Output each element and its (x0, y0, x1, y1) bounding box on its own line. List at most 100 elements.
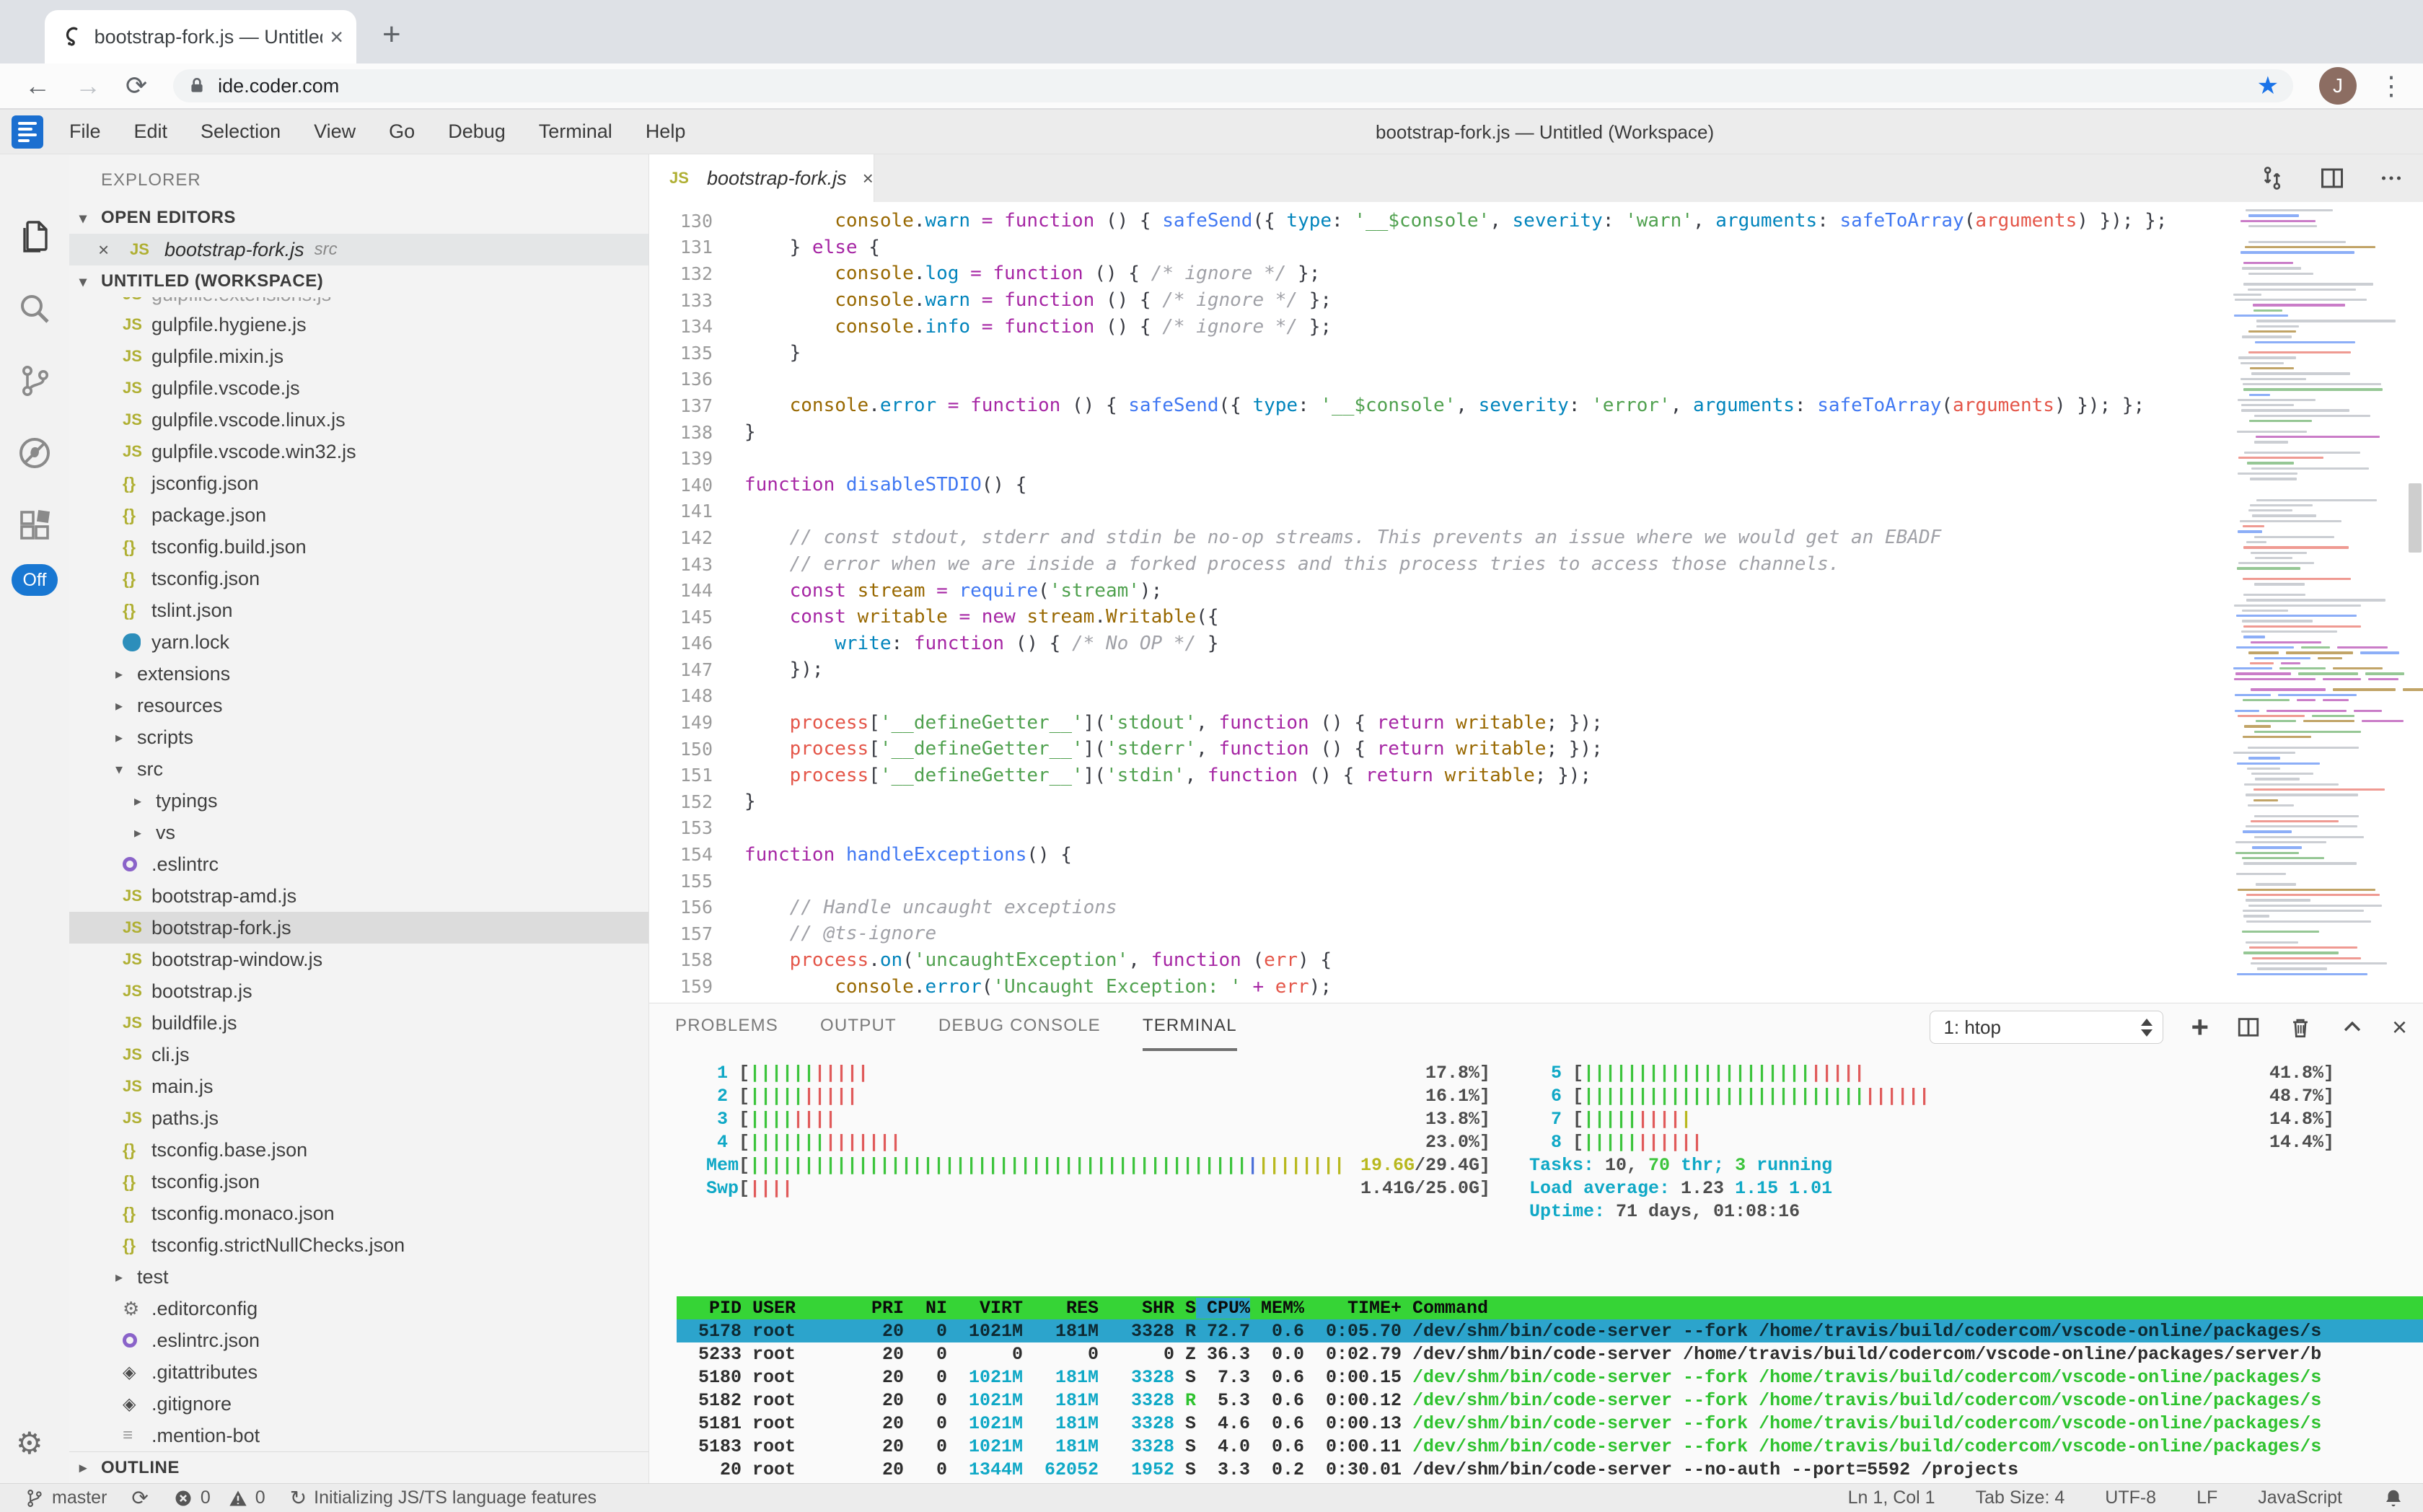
editor-tab-close-button[interactable]: × (863, 167, 874, 190)
switch-changes-icon[interactable] (2259, 164, 2286, 192)
browser-menu-icon[interactable]: ⋮ (2378, 71, 2404, 101)
editor-scrollbar[interactable] (2409, 483, 2422, 553)
back-button[interactable]: ← (25, 71, 50, 101)
code-line[interactable]: 141 (649, 498, 2229, 525)
minimap[interactable] (2230, 209, 2408, 995)
process-row[interactable]: 5180root2001021M181M3328S7.30.60:00.15/d… (677, 1366, 2423, 1389)
code-line[interactable]: 146 write: function () { /* No OP */ } (649, 630, 2229, 657)
tree-item-scripts[interactable]: ▸scripts (69, 721, 648, 753)
menu-item-view[interactable]: View (314, 120, 356, 143)
code-line[interactable]: 149 process['__defineGetter__']('stdout'… (649, 709, 2229, 736)
tree-item-gulpfile.vscode.js[interactable]: JSgulpfile.vscode.js (69, 372, 648, 404)
code-line[interactable]: 135 } (649, 340, 2229, 366)
tree-item-jsconfig.json[interactable]: {}jsconfig.json (69, 467, 648, 499)
settings-gear-icon[interactable]: ⚙ (16, 1425, 43, 1461)
code-line[interactable]: 147 }); (649, 656, 2229, 683)
process-row[interactable]: 20root2001344M620521952S3.30.20:30.01/de… (677, 1458, 2423, 1481)
tree-item-.gitattributes[interactable]: ◈.gitattributes (69, 1356, 648, 1388)
code-line[interactable]: 148 (649, 683, 2229, 710)
code-line[interactable]: 139 (649, 445, 2229, 472)
kill-terminal-trash-icon[interactable] (2288, 1015, 2313, 1040)
browser-tab-close-button[interactable]: × (330, 24, 343, 50)
notifications-bell-icon[interactable] (2383, 1487, 2404, 1509)
code-line[interactable]: 145 const writable = new stream.Writable… (649, 604, 2229, 630)
bookmark-star-icon[interactable]: ★ (2257, 71, 2279, 100)
terminal-select[interactable]: 1: htop (1930, 1011, 2163, 1044)
code-line[interactable]: 140function disableSTDIO() { (649, 472, 2229, 498)
language-mode[interactable]: JavaScript (2258, 1487, 2342, 1508)
panel-tab-problems[interactable]: PROBLEMS (675, 1003, 778, 1051)
source-control-icon[interactable] (17, 364, 52, 398)
tree-item-gulpfile.vscode.win32.js[interactable]: JSgulpfile.vscode.win32.js (69, 436, 648, 467)
git-branch-status[interactable]: master (25, 1487, 107, 1508)
tree-item-.editorconfig[interactable]: ⚙.editorconfig (69, 1293, 648, 1324)
tree-item-tslint.json[interactable]: {}tslint.json (69, 594, 648, 626)
new-terminal-icon[interactable]: + (2191, 1010, 2209, 1045)
process-row[interactable]: 5183root2001021M181M3328S4.00.60:00.11/d… (677, 1435, 2423, 1458)
close-editor-icon[interactable]: × (98, 239, 130, 261)
tree-item-.eslintrc.json[interactable]: .eslintrc.json (69, 1324, 648, 1356)
code-line[interactable]: 132 console.log = function () { /* ignor… (649, 260, 2229, 287)
ide-logo-icon[interactable] (12, 115, 43, 149)
menu-item-debug[interactable]: Debug (448, 120, 506, 143)
process-row[interactable]: 5181root2001021M181M3328S4.60.60:00.13/d… (677, 1412, 2423, 1435)
tree-item-yarn.lock[interactable]: yarn.lock (69, 626, 648, 658)
tree-item-vs[interactable]: ▸vs (69, 817, 648, 848)
reload-button[interactable]: ⟳ (126, 71, 147, 101)
more-actions-icon[interactable] (2378, 165, 2404, 191)
tree-item-tsconfig.strictNullChecks.json[interactable]: {}tsconfig.strictNullChecks.json (69, 1229, 648, 1261)
tree-item-tsconfig.build.json[interactable]: {}tsconfig.build.json (69, 531, 648, 563)
code-editor[interactable]: 130 console.warn = function () { safeSen… (649, 202, 2423, 1003)
code-line[interactable]: 134 console.info = function () { /* igno… (649, 313, 2229, 340)
open-editor-item[interactable]: × JS bootstrap-fork.js src (69, 234, 648, 265)
code-line[interactable]: 138} (649, 419, 2229, 446)
cursor-position[interactable]: Ln 1, Col 1 (1848, 1487, 1935, 1508)
tree-item-main.js[interactable]: JSmain.js (69, 1071, 648, 1102)
sync-button[interactable]: ⟳ (131, 1486, 148, 1510)
debug-disabled-icon[interactable] (17, 436, 52, 470)
split-editor-icon[interactable] (2319, 165, 2345, 191)
code-line[interactable]: 153 (649, 815, 2229, 842)
code-line[interactable]: 131 } else { (649, 234, 2229, 261)
encoding[interactable]: UTF-8 (2105, 1487, 2156, 1508)
tree-item-bootstrap-window.js[interactable]: JSbootstrap-window.js (69, 944, 648, 975)
panel-tab-output[interactable]: OUTPUT (820, 1003, 897, 1051)
process-row[interactable]: 5182root2001021M181M3328R5.30.60:00.12/d… (677, 1389, 2423, 1412)
tree-item-gulpfile.vscode.linux.js[interactable]: JSgulpfile.vscode.linux.js (69, 404, 648, 436)
panel-tab-debug-console[interactable]: DEBUG CONSOLE (938, 1003, 1101, 1051)
code-line[interactable]: 157 // @ts-ignore (649, 920, 2229, 947)
code-line[interactable]: 154function handleExceptions() { (649, 841, 2229, 868)
menu-item-file[interactable]: File (69, 120, 101, 143)
tree-item-gulpfile.mixin.js[interactable]: JSgulpfile.mixin.js (69, 340, 648, 372)
code-line[interactable]: 136 (649, 366, 2229, 393)
code-line[interactable]: 143 // error when we are inside a forked… (649, 551, 2229, 578)
code-line[interactable]: 155 (649, 868, 2229, 895)
tree-item-.gitignore[interactable]: ◈.gitignore (69, 1388, 648, 1420)
browser-tab[interactable]: bootstrap-fork.js — Untitled (W × (45, 10, 356, 63)
tree-item-.mention-bot[interactable]: ≡.mention-bot (69, 1420, 648, 1451)
code-line[interactable]: 142 // const stdout, stderr and stdin be… (649, 524, 2229, 551)
process-row[interactable]: 5178root2001021M181M3328R72.70.60:05.70/… (677, 1319, 2423, 1342)
maximize-panel-chevron-icon[interactable] (2340, 1015, 2365, 1040)
code-line[interactable]: 158 process.on('uncaughtException', func… (649, 947, 2229, 974)
tree-item-tsconfig.json[interactable]: {}tsconfig.json (69, 1166, 648, 1197)
code-line[interactable]: 133 console.warn = function () { /* igno… (649, 287, 2229, 314)
tree-item-bootstrap-fork.js[interactable]: JSbootstrap-fork.js (69, 912, 648, 944)
close-panel-icon[interactable]: × (2392, 1012, 2407, 1042)
process-row[interactable]: 5233root200000Z36.30.00:02.79/dev/shm/bi… (677, 1342, 2423, 1366)
menu-item-help[interactable]: Help (646, 120, 686, 143)
code-line[interactable]: 130 console.warn = function () { safeSen… (649, 208, 2229, 234)
menu-item-terminal[interactable]: Terminal (539, 120, 612, 143)
tree-item-typings[interactable]: ▸typings (69, 785, 648, 817)
open-editors-header[interactable]: ▾ OPEN EDITORS (69, 202, 648, 234)
tree-item-resources[interactable]: ▸resources (69, 690, 648, 721)
tree-item-paths.js[interactable]: JSpaths.js (69, 1102, 648, 1134)
code-line[interactable]: 137 console.error = function () { safeSe… (649, 392, 2229, 419)
tree-item-tsconfig.base.json[interactable]: {}tsconfig.base.json (69, 1134, 648, 1166)
extensions-icon[interactable] (17, 508, 52, 542)
tree-item-package.json[interactable]: {}package.json (69, 499, 648, 531)
tab-size[interactable]: Tab Size: 4 (1976, 1487, 2065, 1508)
tree-item-extensions[interactable]: ▸extensions (69, 658, 648, 690)
workspace-header[interactable]: ▾ UNTITLED (WORKSPACE) (69, 265, 648, 297)
new-tab-button[interactable]: + (382, 19, 401, 50)
